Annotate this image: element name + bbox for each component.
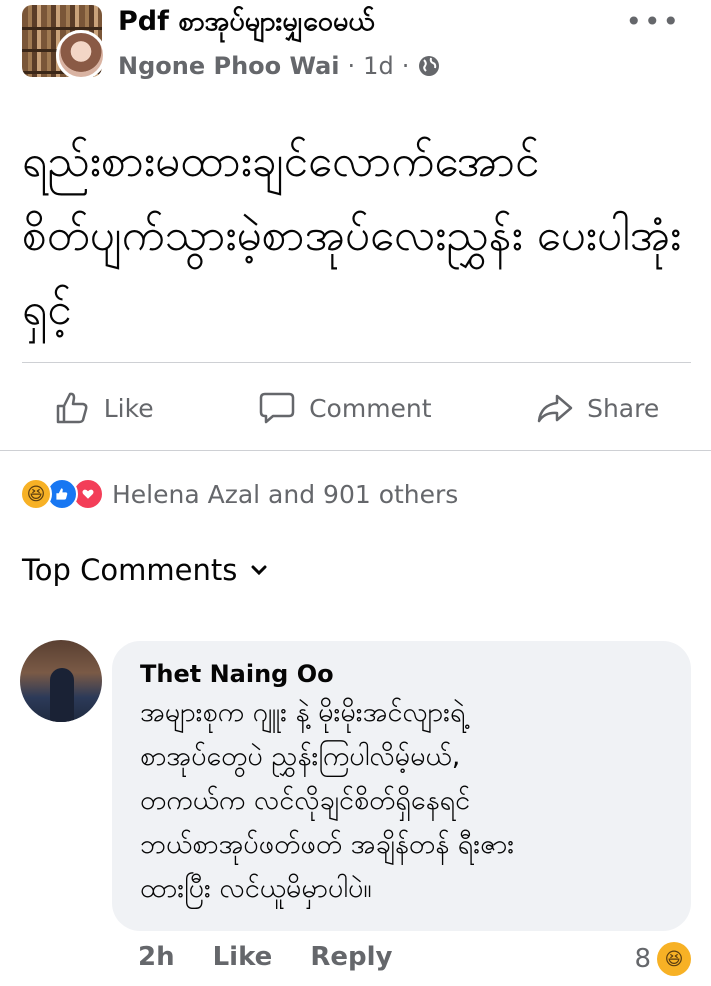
share-icon bbox=[537, 394, 573, 423]
comment-bubble: Thet Naing Oo အများစုက ဂျူး နဲ့ မိုးမိုး… bbox=[112, 641, 691, 931]
group-name[interactable]: Pdf စာအုပ်များမျှဝေမယ် bbox=[118, 4, 375, 44]
share-button[interactable]: Share bbox=[535, 388, 659, 428]
comment-reaction-count: 8 bbox=[634, 944, 651, 974]
commenter-avatar[interactable] bbox=[20, 640, 102, 722]
comment-time[interactable]: 2h bbox=[138, 942, 175, 972]
author-avatar[interactable] bbox=[56, 30, 106, 80]
like-button[interactable]: Like bbox=[52, 388, 154, 428]
comments-sort-label: Top Comments bbox=[22, 553, 238, 587]
comment-line: တကယ်က လင်လိုချင်စိတ်ရှိနေရင် bbox=[140, 785, 471, 816]
comment-line: ထားပြီး လင်ယူမိမှာပါပဲ။ bbox=[140, 873, 372, 904]
reactions-summary[interactable]: 😆 Helena Azal and 901 others bbox=[20, 478, 458, 510]
comment-line: ဘယ်စာအုပ်ဖတ်ဖတ် အချိန်တန် ရီးဇား bbox=[140, 829, 515, 860]
divider bbox=[22, 362, 691, 363]
divider bbox=[0, 450, 711, 451]
post-meta: Ngone Phoo Wai · 1d · bbox=[118, 52, 441, 80]
meta-separator: · bbox=[347, 52, 356, 80]
share-label: Share bbox=[587, 393, 660, 423]
comment-line: အများစုက ဂျူး နဲ့ မိုးမိုးအင်လျားရဲ့ bbox=[140, 697, 466, 728]
haha-icon: 😆 bbox=[20, 478, 52, 510]
chevron-down-icon bbox=[251, 565, 267, 576]
comment-label: Comment bbox=[309, 393, 432, 423]
action-bar: Like Comment Share bbox=[0, 370, 711, 446]
reactions-count-text: Helena Azal and 901 others bbox=[112, 479, 459, 509]
globe-icon bbox=[417, 54, 441, 78]
post-time[interactable]: 1d bbox=[363, 52, 394, 80]
commenter-name[interactable]: Thet Naing Oo bbox=[140, 657, 663, 691]
thumbs-up-icon bbox=[56, 392, 88, 424]
comment-reactions[interactable]: 8 😆 bbox=[634, 942, 691, 976]
meta-separator: · bbox=[401, 52, 410, 80]
post-header: Pdf စာအုပ်များမျှဝေမယ် Ngone Phoo Wai · … bbox=[0, 0, 711, 96]
comment-like-button[interactable]: Like bbox=[213, 942, 273, 972]
author-name[interactable]: Ngone Phoo Wai bbox=[118, 52, 340, 80]
post-text: ရည်းစားမထားချင်လောက်အောင် စိတ်ပျက်သွားမဲ… bbox=[22, 136, 682, 335]
haha-icon: 😆 bbox=[657, 942, 691, 976]
comment-reply-button[interactable]: Reply bbox=[310, 942, 392, 972]
more-dots-icon[interactable]: ••• bbox=[625, 8, 681, 36]
comment-icon bbox=[259, 392, 295, 424]
like-label: Like bbox=[103, 393, 154, 423]
comment-button[interactable]: Comment bbox=[257, 388, 432, 428]
comment-footer: 2h Like Reply bbox=[138, 942, 392, 972]
comments-sort-dropdown[interactable]: Top Comments bbox=[22, 553, 269, 587]
comment-line: စာအုပ်တွေပဲ ညွှန်းကြပါလိမ့်မယ်, bbox=[140, 741, 461, 772]
